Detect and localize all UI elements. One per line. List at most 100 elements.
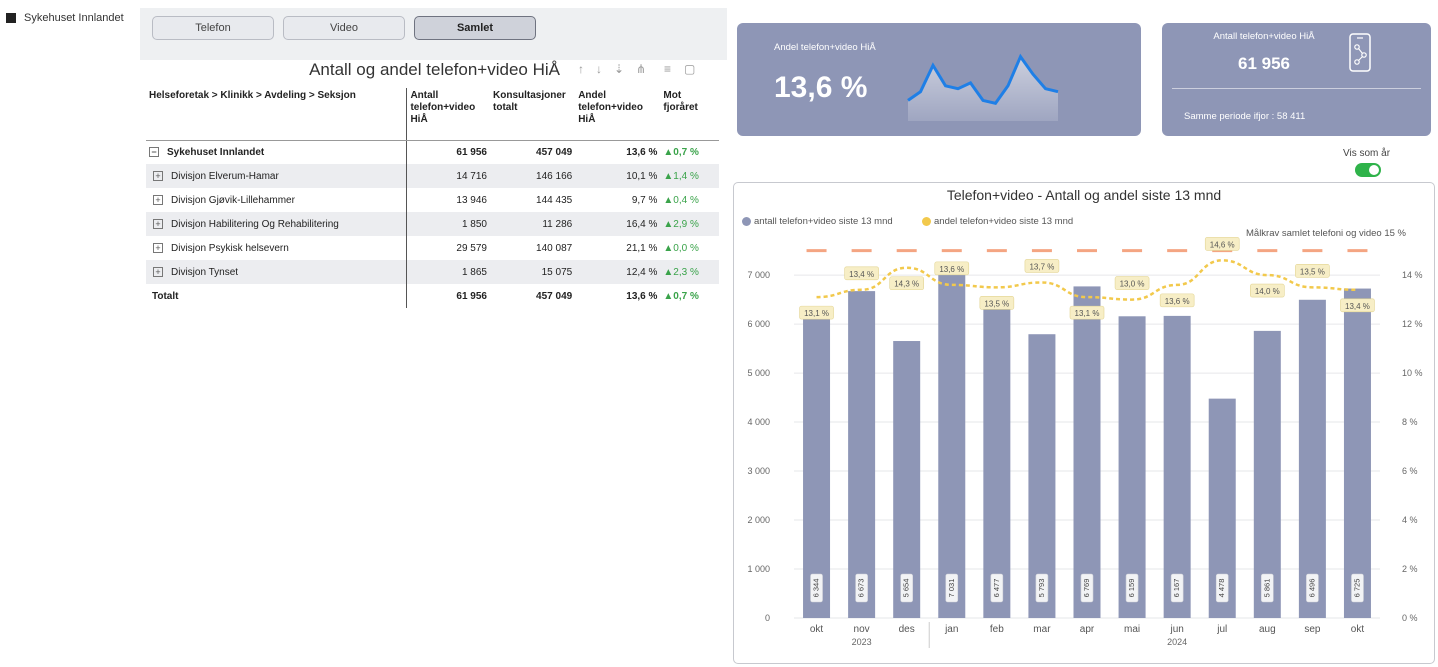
col-header-hierarchy[interactable]: Helseforetak > Klinikk > Avdeling > Seks… [146,88,407,141]
bar-data-label: 6 725 [1352,579,1361,598]
cell-mot-fjoraret: ▲2,3 % [660,260,719,284]
kpi-divider [1172,88,1421,89]
kpi-card-antall: Antall telefon+video HiÅ 61 956 Samme pe… [1162,23,1431,136]
table-title: Antall og andel telefon+video HiÅ [309,60,560,79]
y-right-tick: 12 % [1402,319,1423,329]
cell-antall: 1 865 [406,260,490,284]
bar-data-label: 5 793 [1037,579,1046,598]
toggle-knob[interactable] [1369,165,1379,175]
kpi-antall-value: 61 956 [1238,54,1290,73]
checkbox-icon[interactable] [6,13,16,23]
expand-icon[interactable]: + [153,194,163,205]
expand-hierarchy-icon[interactable]: ⋔ [636,62,646,76]
cell-mot-fjoraret: ▲1,4 % [660,164,719,188]
col-header-andel[interactable]: Andel telefon+video HiÅ [575,88,661,141]
x-tick-label: nov [854,624,870,635]
table-row[interactable]: + Divisjon Habilitering Og Rehabilitering… [146,212,719,236]
bar-data-label: 7 031 [947,579,956,598]
cell-mot-fjoraret: ▲0,0 % [663,242,699,254]
matrix-visual: Antall og andel telefon+video HiÅ ↑ ↓ ⇣ … [140,60,727,660]
table-row[interactable]: + Divisjon Tynset 1 865 15 075 12,4 % ▲2,… [146,260,719,284]
chart-plot: 0 1 000 2 000 3 000 4 000 5 000 6 000 7 000 0 % 2… [747,237,1423,648]
cell-mot-fjoraret: ▲0,7 % [663,146,699,158]
y-left-tick: 1 000 [747,564,770,574]
bar-data-label: 6 477 [992,579,1001,598]
x-tick-label: aug [1259,624,1276,635]
expand-icon[interactable]: + [153,266,163,277]
cell-konsultasjoner: 140 087 [536,242,573,254]
x-tick-label: jan [944,624,958,635]
y-right-tick: 2 % [1402,564,1418,574]
table-total-row: Totalt 61 956 457 049 13,6 % ▲0,7 % [146,284,719,308]
bar [983,300,1011,618]
cell-andel: 9,7 % [631,194,658,206]
bar [1298,299,1326,618]
col-header-mot-fjoraret[interactable]: Mot fjoråret [660,88,719,141]
share-data-label: 14,6 % [1210,240,1235,249]
row-name: Divisjon Psykisk helsevern [171,242,289,254]
filter-icon[interactable]: ≡ [664,62,671,76]
sort-down-icon[interactable]: ↓ [596,62,602,76]
toggle-label: Vis som år [1343,148,1391,159]
cell-andel: 16,4 % [575,212,661,236]
x-tick-label: okt [1351,624,1365,635]
focus-mode-icon[interactable]: ▢ [684,62,695,76]
bar-data-label: 4 478 [1217,579,1226,598]
share-data-label: 13,5 % [984,299,1009,308]
vis-som-ar-toggle[interactable] [1355,163,1381,177]
x-tick-label: jun [1169,624,1183,635]
bar-data-label: 6 344 [812,579,821,598]
collapse-icon[interactable]: − [149,147,159,158]
share-data-label: 14,0 % [1255,287,1280,296]
drill-icon[interactable]: ⇣ [614,62,624,76]
y-right-tick: 0 % [1402,613,1418,623]
y-left-tick: 2 000 [747,515,770,525]
cell-andel: 12,4 % [575,260,661,284]
share-data-label: 13,6 % [1165,297,1190,306]
share-data-label: 13,6 % [939,265,964,274]
bar-data-label: 6 769 [1082,579,1091,598]
sort-up-icon[interactable]: ↑ [578,62,584,76]
tab-telefon[interactable]: Telefon [152,16,274,40]
bar-data-label: 6 167 [1172,579,1181,598]
table-row[interactable]: + Divisjon Gjøvik-Lillehammer 13 946 144 … [146,188,719,212]
col-header-antall[interactable]: Antall telefon+video HiÅ [406,88,490,141]
col-header-konsultasjoner[interactable]: Konsultasjoner totalt [490,88,576,141]
kpi-sparkline [907,53,1059,121]
table-row[interactable]: + Divisjon Psykisk helsevern 29 579 140 0… [146,236,719,260]
table-row[interactable]: − Sykehuset Innlandet 61 956 457 049 13,6… [146,140,719,164]
data-table: Helseforetak > Klinikk > Avdeling > Seks… [146,88,719,308]
bar [1118,316,1146,618]
share-data-label: 13,1 % [1075,309,1100,318]
y-right-tick: 8 % [1402,417,1418,427]
kpi-prev-period: Samme periode ifjor : 58 411 [1184,111,1306,122]
x-tick-label: mai [1124,624,1140,635]
total-konsultasjoner: 457 049 [536,290,573,302]
row-name: Sykehuset Innlandet [167,146,265,158]
slicer-item-sykehuset-innlandet[interactable]: Sykehuset Innlandet [6,12,124,24]
x-tick-label: sep [1304,624,1321,635]
expand-icon[interactable]: + [153,242,163,253]
cell-konsultasjoner: 146 166 [490,164,576,188]
table-row[interactable]: + Divisjon Elverum-Hamar 14 716 146 166 1… [146,164,719,188]
expand-icon[interactable]: + [153,170,163,181]
cell-konsultasjoner: 11 286 [490,212,576,236]
x-tick-label: jul [1216,624,1227,635]
x-tick-label: okt [810,624,824,635]
share-data-label: 13,0 % [1120,280,1145,289]
x-tick-label: des [899,624,915,635]
cell-andel: 10,1 % [575,164,661,188]
total-label: Totalt [152,290,179,302]
y-right-tick: 6 % [1402,466,1418,476]
y-left-tick: 3 000 [747,466,770,476]
y-right-tick: 10 % [1402,368,1423,378]
year-label: 2023 [852,637,872,647]
cell-mot-fjoraret: ▲0,4 % [663,194,699,206]
cell-andel: 21,1 % [626,242,658,254]
tab-bar: Telefon Video Samlet [140,8,727,60]
row-name: Divisjon Elverum-Hamar [171,170,279,182]
tab-samlet[interactable]: Samlet [414,16,536,40]
tab-video[interactable]: Video [283,16,405,40]
expand-icon[interactable]: + [153,218,163,229]
share-data-label: 13,7 % [1029,262,1054,271]
